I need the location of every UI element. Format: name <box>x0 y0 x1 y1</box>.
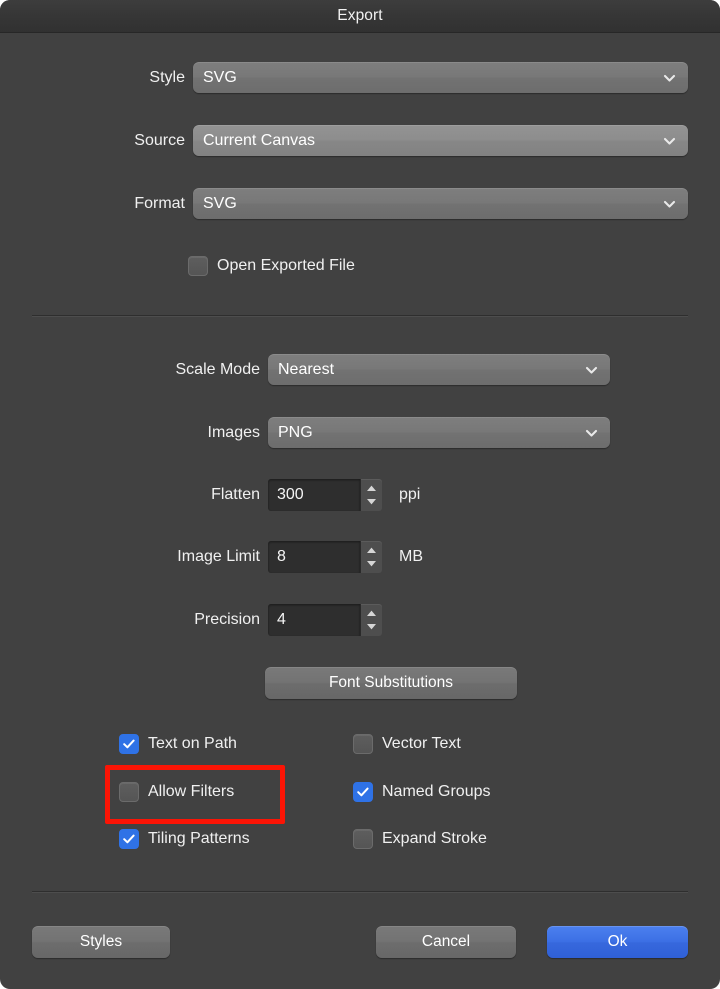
stepper-up-icon[interactable] <box>361 482 382 495</box>
checkbox-label-expand-stroke: Expand Stroke <box>382 830 487 847</box>
format-dropdown[interactable]: SVG <box>193 188 688 219</box>
checkbox-box-expand-stroke[interactable] <box>353 829 373 849</box>
images-label: Images <box>207 423 260 441</box>
separator-bottom <box>32 891 688 893</box>
images-value: PNG <box>278 423 313 441</box>
source-value: Current Canvas <box>203 131 316 149</box>
checkbox-label-tiling-patterns: Tiling Patterns <box>148 830 250 847</box>
style-label: Style <box>149 68 185 86</box>
flatten-label: Flatten <box>211 486 260 503</box>
scale-mode-dropdown[interactable]: Nearest <box>268 354 610 385</box>
checkbox-label-allow-filters: Allow Filters <box>148 783 235 800</box>
flatten-stepper[interactable] <box>360 479 382 511</box>
chevron-down-icon <box>662 133 677 148</box>
precision-label: Precision <box>194 611 260 628</box>
image-limit-unit: MB <box>399 548 423 565</box>
stepper-up-icon[interactable] <box>361 607 382 620</box>
source-row: Source <box>100 125 185 156</box>
format-label: Format <box>134 194 185 212</box>
checkbox-tiling-patterns[interactable]: Tiling Patterns <box>119 829 250 849</box>
source-label: Source <box>134 131 185 149</box>
separator-top <box>32 315 688 317</box>
precision-stepper[interactable] <box>360 604 382 636</box>
dialog-title: Export <box>337 7 383 24</box>
checkbox-box-allow-filters[interactable] <box>119 782 139 802</box>
flatten-unit: ppi <box>399 486 421 503</box>
checkbox-text-on-path[interactable]: Text on Path <box>119 734 237 754</box>
scale-mode-value: Nearest <box>278 360 335 378</box>
images-row: Images <box>120 417 260 448</box>
checkbox-label-text-on-path: Text on Path <box>148 735 237 752</box>
cancel-button[interactable]: Cancel <box>376 926 516 958</box>
checkbox-label-vector-text: Vector Text <box>382 735 461 752</box>
cancel-button-label: Cancel <box>421 933 471 950</box>
font-substitutions-label: Font Substitutions <box>328 674 454 691</box>
checkbox-vector-text[interactable]: Vector Text <box>353 734 461 754</box>
flatten-field[interactable] <box>268 479 382 511</box>
chevron-down-icon <box>662 70 677 85</box>
chevron-down-icon <box>584 362 599 377</box>
format-value: SVG <box>203 194 237 212</box>
stepper-down-icon[interactable] <box>361 495 382 508</box>
checkbox-box-vector-text[interactable] <box>353 734 373 754</box>
source-dropdown[interactable]: Current Canvas <box>193 125 688 156</box>
export-dialog-window: Export Style SVG Source Current Canvas F… <box>0 0 720 989</box>
image-limit-label: Image Limit <box>177 548 260 565</box>
checkbox-label-open-exported-file: Open Exported File <box>217 257 355 274</box>
image-limit-input[interactable] <box>268 541 360 573</box>
style-row: Style <box>100 62 185 93</box>
styles-button[interactable]: Styles <box>32 926 170 958</box>
checkbox-box-named-groups[interactable] <box>353 782 373 802</box>
stepper-up-icon[interactable] <box>361 544 382 557</box>
ok-button-label: Ok <box>607 933 628 950</box>
checkbox-label-named-groups: Named Groups <box>382 783 491 800</box>
image-limit-stepper[interactable] <box>360 541 382 573</box>
flatten-row: Flatten <box>120 479 260 511</box>
flatten-input[interactable] <box>268 479 360 511</box>
format-row: Format <box>100 188 185 219</box>
scale-mode-row: Scale Mode <box>120 354 261 385</box>
font-substitutions-button[interactable]: Font Substitutions <box>265 667 517 699</box>
precision-row: Precision <box>120 604 260 636</box>
checkbox-allow-filters[interactable]: Allow Filters <box>119 782 234 802</box>
scale-mode-label: Scale Mode <box>175 360 261 378</box>
checkbox-named-groups[interactable]: Named Groups <box>353 782 491 802</box>
precision-input[interactable] <box>268 604 360 636</box>
checkbox-box-tiling-patterns[interactable] <box>119 829 139 849</box>
checkbox-box-open-exported-file[interactable] <box>188 256 208 276</box>
ok-button[interactable]: Ok <box>547 926 688 958</box>
style-dropdown[interactable]: SVG <box>193 62 688 93</box>
image-limit-field[interactable] <box>268 541 382 573</box>
style-value: SVG <box>203 68 237 86</box>
image-limit-row: Image Limit <box>100 541 260 573</box>
checkbox-open-exported-file[interactable]: Open Exported File <box>188 256 355 276</box>
styles-button-label: Styles <box>79 933 123 950</box>
stepper-down-icon[interactable] <box>361 557 382 570</box>
images-dropdown[interactable]: PNG <box>268 417 610 448</box>
checkbox-expand-stroke[interactable]: Expand Stroke <box>353 829 487 849</box>
dialog-titlebar: Export <box>0 0 720 33</box>
chevron-down-icon <box>584 425 599 440</box>
chevron-down-icon <box>662 196 677 211</box>
checkbox-box-text-on-path[interactable] <box>119 734 139 754</box>
precision-field[interactable] <box>268 604 382 636</box>
stepper-down-icon[interactable] <box>361 620 382 633</box>
